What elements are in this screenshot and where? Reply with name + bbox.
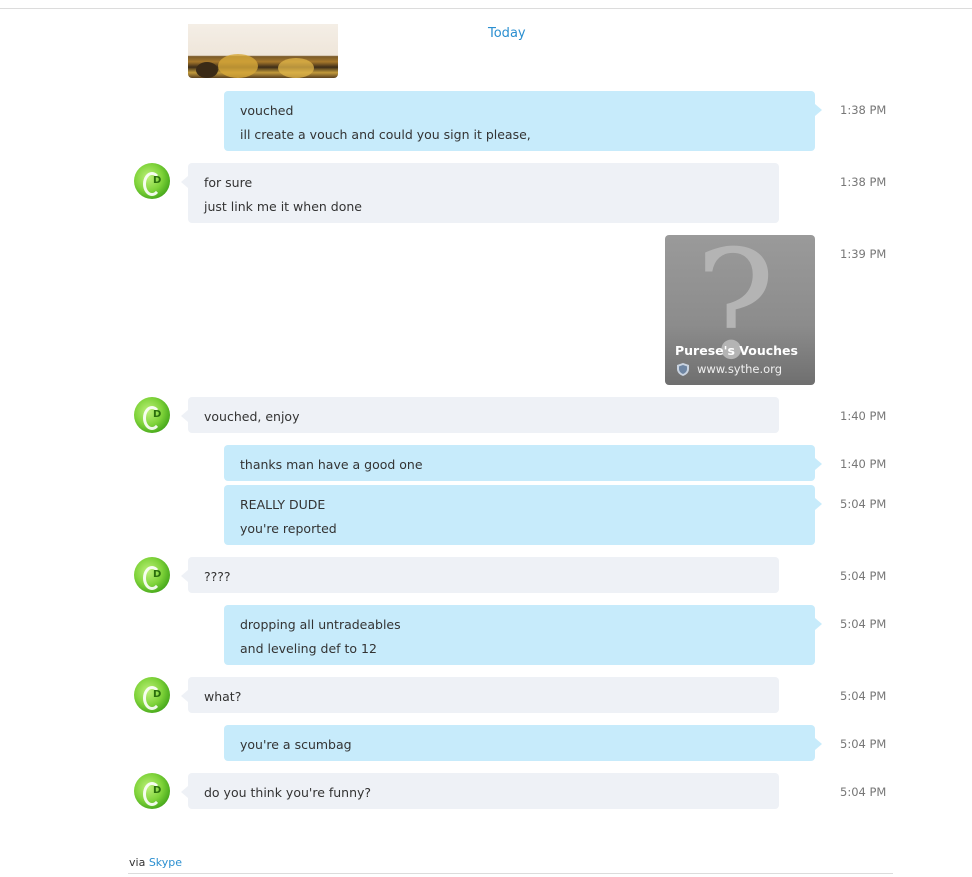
incoming-message[interactable]: do you think you're funny? (181, 773, 779, 809)
avatar[interactable]: D (134, 163, 170, 199)
message-timestamp: 5:04 PM (840, 569, 887, 583)
link-preview-card[interactable]: ? Purese's Vouches www.sythe.org (665, 235, 815, 385)
message-timestamp: 1:40 PM (840, 457, 887, 471)
link-url: www.sythe.org (697, 362, 783, 376)
message-text: do you think you're funny? (204, 785, 372, 800)
shared-image-thumbnail[interactable] (188, 24, 338, 78)
message-text: ill create a vouch and could you sign it… (240, 127, 531, 142)
incoming-message[interactable]: what? (181, 677, 779, 713)
via-footer: via Skype (129, 856, 182, 869)
bottom-divider (128, 873, 893, 874)
outgoing-message[interactable]: you're a scumbag (224, 725, 822, 761)
message-text: for sure (204, 175, 253, 190)
skype-link[interactable]: Skype (149, 856, 182, 869)
avatar[interactable]: D (134, 677, 170, 713)
avatar[interactable]: D (134, 557, 170, 593)
message-timestamp: 1:39 PM (840, 247, 887, 261)
message-text: you're a scumbag (240, 737, 352, 752)
message-timestamp: 5:04 PM (840, 617, 887, 631)
message-text: REALLY DUDE (240, 497, 326, 512)
message-text: and leveling def to 12 (240, 641, 377, 656)
message-timestamp: 5:04 PM (840, 689, 887, 703)
outgoing-message[interactable]: thanks man have a good one (224, 445, 822, 481)
message-timestamp: 1:40 PM (840, 409, 887, 423)
incoming-message[interactable]: for sure just link me it when done (181, 163, 779, 223)
message-timestamp: 5:04 PM (840, 497, 887, 511)
placeholder-question-icon: ? (695, 235, 776, 385)
via-label: via (129, 856, 146, 869)
message-text: you're reported (240, 521, 337, 536)
date-separator: Today (488, 26, 526, 41)
message-text: just link me it when done (204, 199, 362, 214)
message-text: vouched (240, 103, 294, 118)
message-text: vouched, enjoy (204, 409, 300, 424)
outgoing-message[interactable]: vouched ill create a vouch and could you… (224, 91, 822, 151)
top-divider (0, 8, 972, 9)
outgoing-message[interactable]: dropping all untradeables and leveling d… (224, 605, 822, 665)
incoming-message[interactable]: vouched, enjoy (181, 397, 779, 433)
message-text: ???? (204, 569, 231, 584)
message-timestamp: 1:38 PM (840, 175, 887, 189)
avatar[interactable]: D (134, 773, 170, 809)
avatar[interactable]: D (134, 397, 170, 433)
link-title: Purese's Vouches (675, 343, 798, 358)
message-timestamp: 1:38 PM (840, 103, 887, 117)
incoming-message[interactable]: ???? (181, 557, 779, 593)
shield-icon (677, 363, 689, 376)
message-timestamp: 5:04 PM (840, 737, 887, 751)
outgoing-message[interactable]: REALLY DUDE you're reported (224, 485, 822, 545)
message-text: thanks man have a good one (240, 457, 423, 472)
message-timestamp: 5:04 PM (840, 785, 887, 799)
message-text: dropping all untradeables (240, 617, 401, 632)
message-text: what? (204, 689, 242, 704)
